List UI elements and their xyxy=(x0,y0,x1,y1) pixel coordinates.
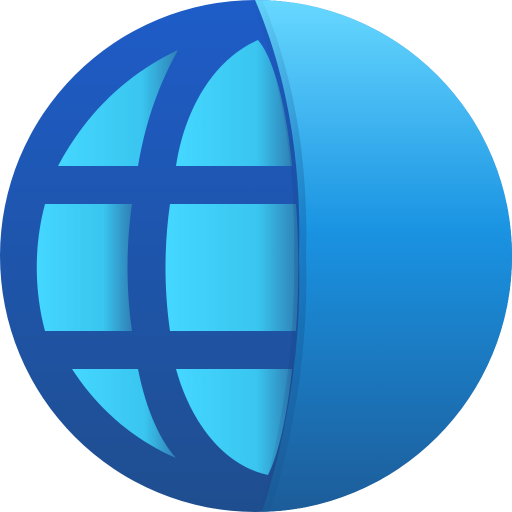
globe-icon xyxy=(0,0,512,512)
globe-body xyxy=(0,0,512,512)
grid-cell xyxy=(36,204,132,331)
grid-cell xyxy=(165,204,299,331)
icon-canvas xyxy=(0,0,512,512)
